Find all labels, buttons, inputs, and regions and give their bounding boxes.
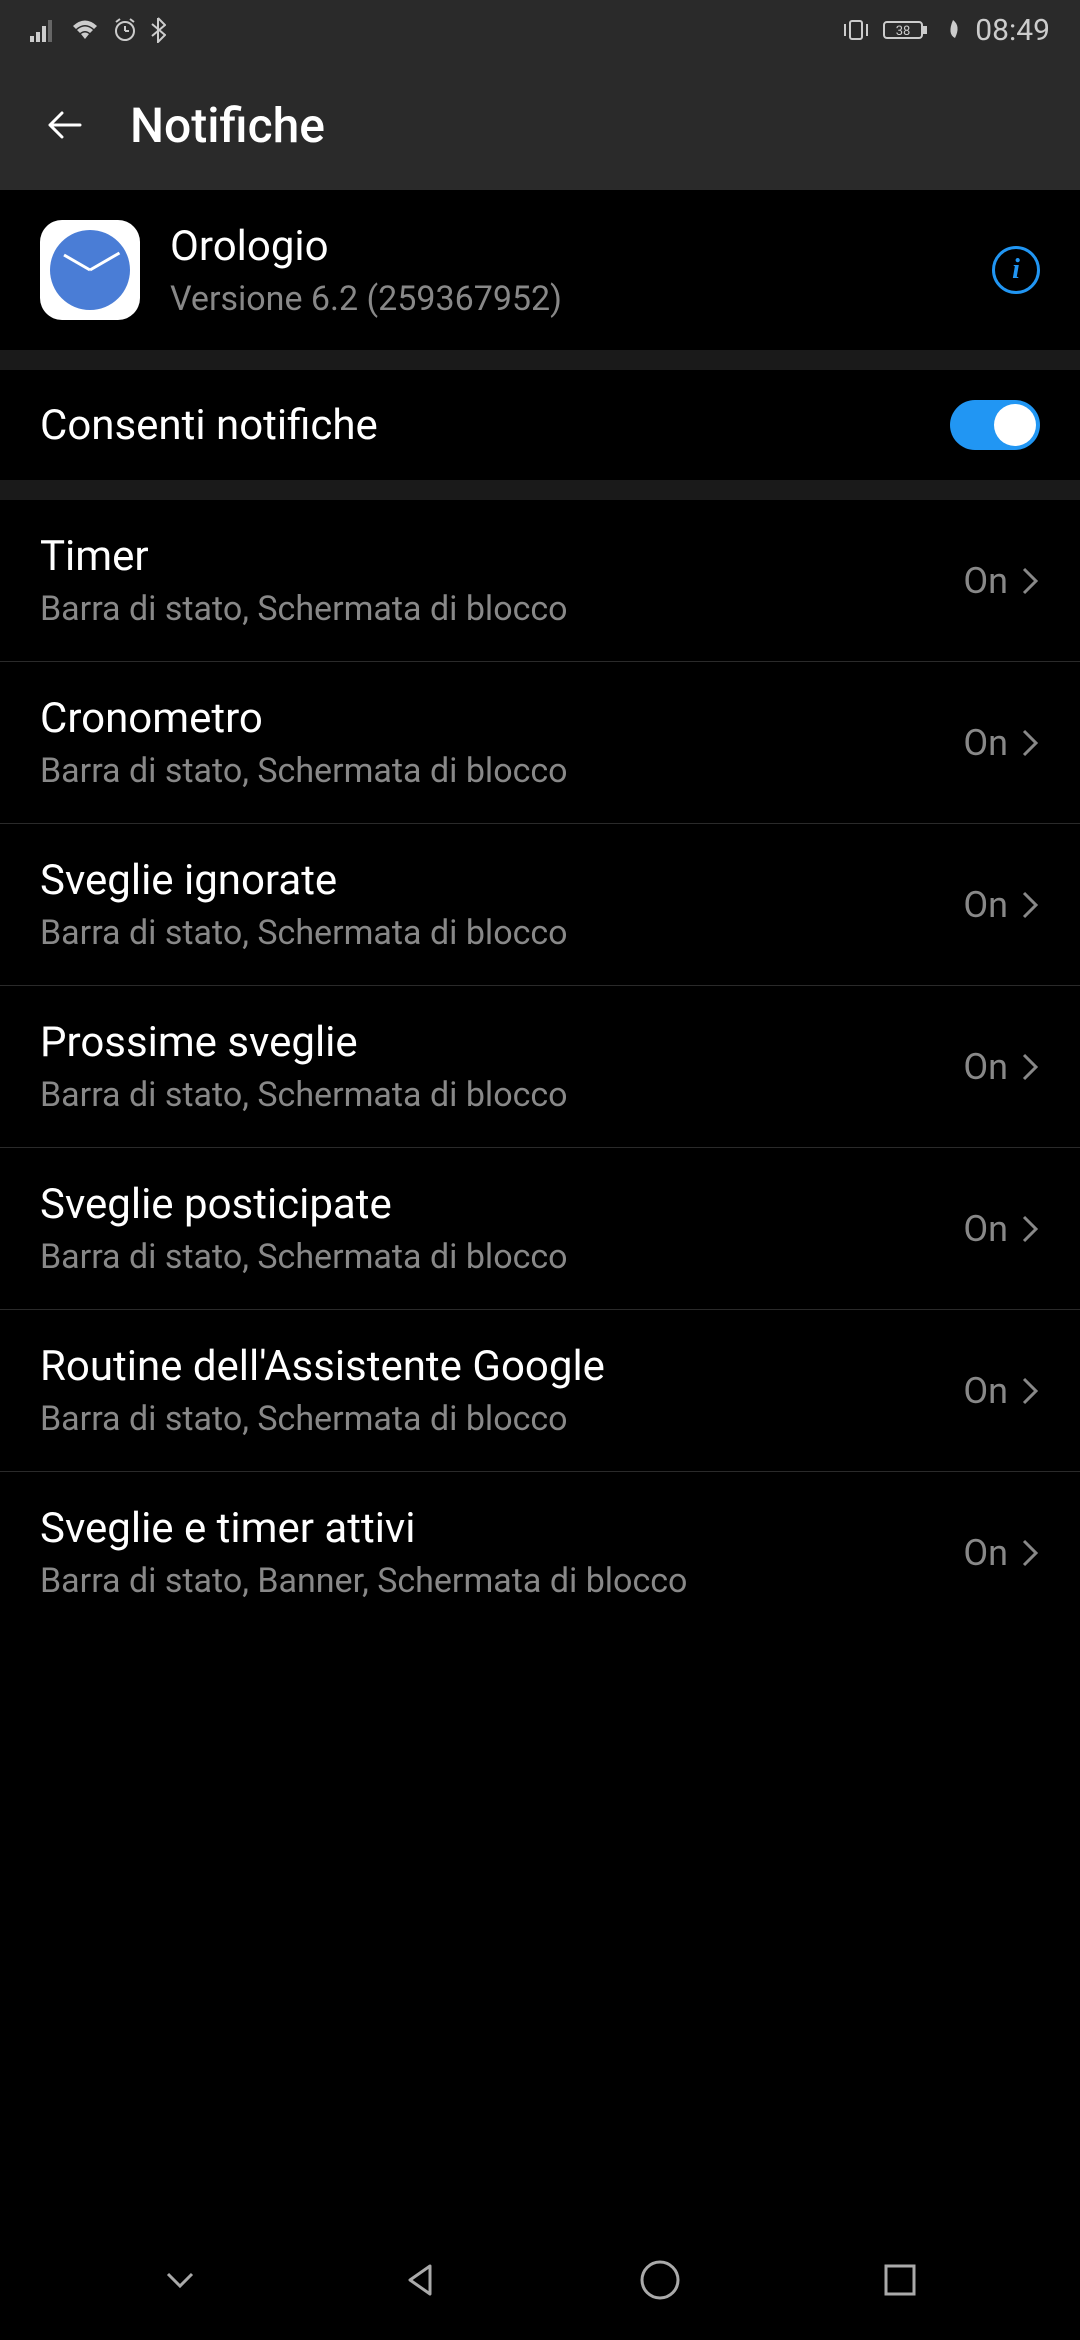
category-sveglie-timer-attivi[interactable]: Sveglie e timer attivi Barra di stato, B… [0, 1472, 1080, 1633]
alarm-icon [112, 17, 138, 43]
leaf-icon [943, 18, 963, 42]
category-subtitle: Barra di stato, Schermata di blocco [40, 1399, 943, 1439]
section-divider [0, 480, 1080, 500]
chevron-down-icon [160, 2260, 200, 2300]
category-title: Routine dell'Assistente Google [40, 1342, 943, 1391]
arrow-left-icon [42, 102, 88, 148]
back-button[interactable] [40, 100, 90, 150]
app-info-row: Orologio Versione 6.2 (259367952) i [0, 190, 1080, 350]
allow-notifications-row[interactable]: Consenti notifiche [0, 370, 1080, 480]
app-name: Orologio [170, 222, 962, 271]
category-title: Sveglie posticipate [40, 1180, 943, 1229]
category-title: Cronometro [40, 694, 943, 743]
category-sveglie-posticipate[interactable]: Sveglie posticipate Barra di stato, Sche… [0, 1148, 1080, 1310]
svg-text:38: 38 [896, 24, 911, 39]
app-icon [40, 220, 140, 320]
status-right: 38 08:49 [841, 13, 1050, 48]
category-routine-assistente[interactable]: Routine dell'Assistente Google Barra di … [0, 1310, 1080, 1472]
app-text: Orologio Versione 6.2 (259367952) [170, 222, 962, 319]
battery-icon: 38 [883, 18, 931, 42]
category-title: Timer [40, 532, 943, 581]
category-value: On [963, 722, 1008, 764]
nav-back[interactable] [390, 2250, 450, 2310]
vibrate-icon [841, 18, 871, 42]
status-bar: 38 08:49 [0, 0, 1080, 60]
category-value: On [963, 1208, 1008, 1250]
category-timer[interactable]: Timer Barra di stato, Schermata di blocc… [0, 500, 1080, 662]
category-value: On [963, 1370, 1008, 1412]
chevron-right-icon [1020, 1537, 1040, 1569]
page-title: Notifiche [130, 97, 325, 154]
nav-recent[interactable] [870, 2250, 930, 2310]
category-cronometro[interactable]: Cronometro Barra di stato, Schermata di … [0, 662, 1080, 824]
navigation-bar [0, 2220, 1080, 2340]
section-divider [0, 350, 1080, 370]
category-subtitle: Barra di stato, Schermata di blocco [40, 589, 943, 629]
bluetooth-icon [150, 17, 166, 43]
category-subtitle: Barra di stato, Banner, Schermata di blo… [40, 1561, 943, 1601]
category-value: On [963, 560, 1008, 602]
category-prossime-sveglie[interactable]: Prossime sveglie Barra di stato, Scherma… [0, 986, 1080, 1148]
nav-hide-keyboard[interactable] [150, 2250, 210, 2310]
allow-notifications-label: Consenti notifiche [40, 401, 378, 450]
chevron-right-icon [1020, 1375, 1040, 1407]
status-time: 08:49 [975, 13, 1050, 48]
chevron-right-icon [1020, 1213, 1040, 1245]
category-value: On [963, 884, 1008, 926]
circle-home-icon [638, 2258, 682, 2302]
chevron-right-icon [1020, 565, 1040, 597]
notification-categories-list: Timer Barra di stato, Schermata di blocc… [0, 500, 1080, 1633]
allow-notifications-toggle[interactable] [950, 400, 1040, 450]
category-subtitle: Barra di stato, Schermata di blocco [40, 751, 943, 791]
nav-home[interactable] [630, 2250, 690, 2310]
chevron-right-icon [1020, 889, 1040, 921]
clock-icon [50, 230, 130, 310]
signal-icon [30, 18, 58, 42]
category-title: Sveglie e timer attivi [40, 1504, 943, 1553]
wifi-icon [70, 18, 100, 42]
chevron-right-icon [1020, 1051, 1040, 1083]
triangle-back-icon [400, 2260, 440, 2300]
category-title: Prossime sveglie [40, 1018, 943, 1067]
header: Notifiche [0, 60, 1080, 190]
category-subtitle: Barra di stato, Schermata di blocco [40, 1237, 943, 1277]
category-sveglie-ignorate[interactable]: Sveglie ignorate Barra di stato, Scherma… [0, 824, 1080, 986]
status-left [30, 17, 166, 43]
category-value: On [963, 1046, 1008, 1088]
category-subtitle: Barra di stato, Schermata di blocco [40, 913, 943, 953]
chevron-right-icon [1020, 727, 1040, 759]
category-subtitle: Barra di stato, Schermata di blocco [40, 1075, 943, 1115]
category-value: On [963, 1532, 1008, 1574]
info-icon[interactable]: i [992, 246, 1040, 294]
square-recent-icon [880, 2260, 920, 2300]
app-version: Versione 6.2 (259367952) [170, 279, 962, 319]
category-title: Sveglie ignorate [40, 856, 943, 905]
